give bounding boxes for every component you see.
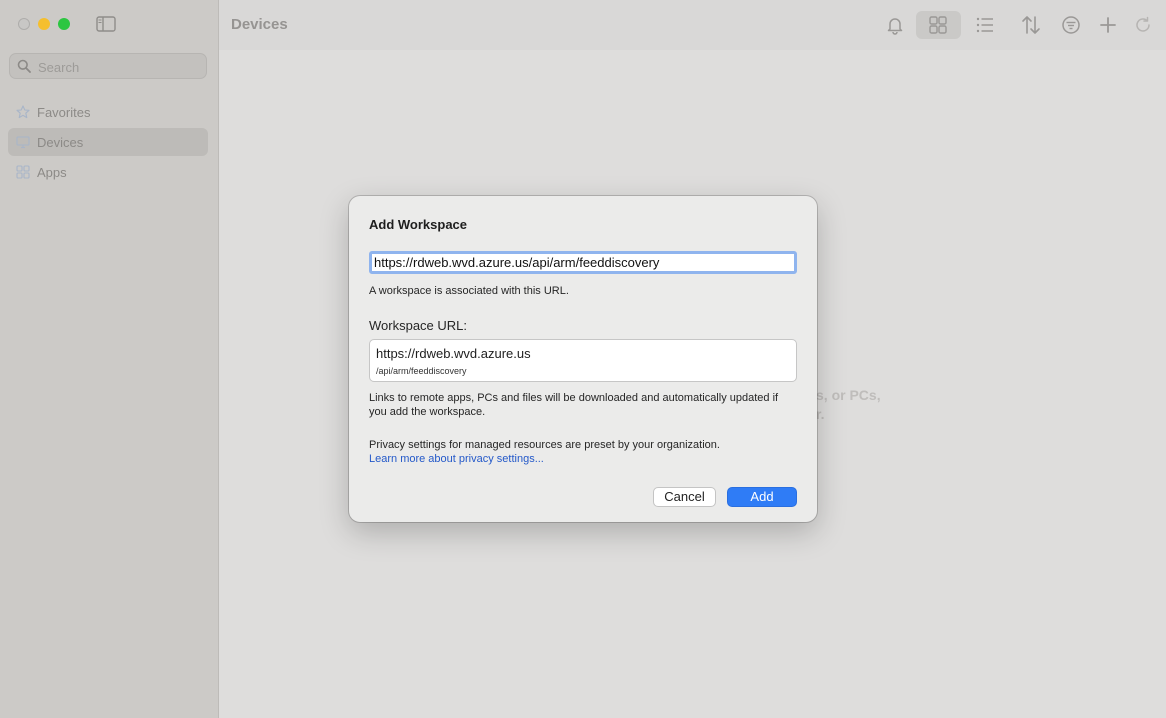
sidebar-item-label: Apps — [37, 165, 67, 180]
workspace-url-host: https://rdweb.wvd.azure.us — [376, 346, 531, 361]
sidebar-toggle-icon[interactable] — [96, 16, 116, 32]
privacy-info-text: Privacy settings for managed resources a… — [369, 439, 720, 451]
sidebar-item-devices[interactable]: Devices — [8, 128, 208, 156]
sidebar-item-apps[interactable]: Apps — [8, 158, 208, 186]
search-field[interactable] — [9, 53, 207, 79]
add-button[interactable]: Add — [727, 487, 797, 507]
search-icon — [17, 59, 31, 73]
filter-icon[interactable] — [1060, 14, 1082, 36]
sidebar: Favorites Devices Apps — [0, 0, 219, 718]
sidebar-item-label: Devices — [37, 135, 84, 150]
sidebar-item-label: Favorites — [37, 105, 91, 120]
apps-grid-icon — [16, 165, 30, 179]
download-info-text: Links to remote apps, PCs and files will… — [369, 392, 779, 418]
workspace-url-label: Workspace URL: — [369, 318, 468, 333]
star-icon — [16, 105, 30, 119]
url-hint-text: A workspace is associated with this URL. — [369, 285, 569, 297]
dialog-title: Add Workspace — [369, 217, 468, 232]
plus-icon[interactable] — [1097, 14, 1119, 36]
workspace-url-path: /api/arm/feeddiscovery — [376, 366, 467, 376]
refresh-icon[interactable] — [1132, 14, 1154, 36]
learn-more-privacy-link[interactable]: Learn more about privacy settings... — [369, 453, 544, 465]
grid-view-icon[interactable] — [927, 14, 949, 36]
cancel-button[interactable]: Cancel — [653, 487, 716, 507]
workspace-url-preview: https://rdweb.wvd.azure.us /api/arm/feed… — [369, 339, 797, 382]
sidebar-item-favorites[interactable]: Favorites — [8, 98, 208, 126]
sort-icon[interactable] — [1020, 14, 1042, 36]
empty-state-text-line2: r. — [816, 406, 825, 422]
app-window: Favorites Devices Apps Devices s, or PCs… — [0, 0, 1166, 718]
list-view-icon[interactable] — [974, 14, 996, 36]
bell-icon[interactable] — [884, 14, 906, 36]
workspace-url-input[interactable] — [369, 251, 797, 274]
add-workspace-dialog: Add Workspace A workspace is associated … — [349, 196, 817, 522]
monitor-icon — [16, 136, 30, 149]
empty-state-text-line1: s, or PCs, — [816, 387, 881, 403]
minimize-window-button[interactable] — [38, 18, 50, 30]
maximize-window-button[interactable] — [58, 18, 70, 30]
page-title: Devices — [231, 16, 288, 33]
close-window-button[interactable] — [18, 18, 30, 30]
search-input[interactable] — [36, 58, 205, 77]
toolbar: Devices — [219, 0, 1166, 50]
